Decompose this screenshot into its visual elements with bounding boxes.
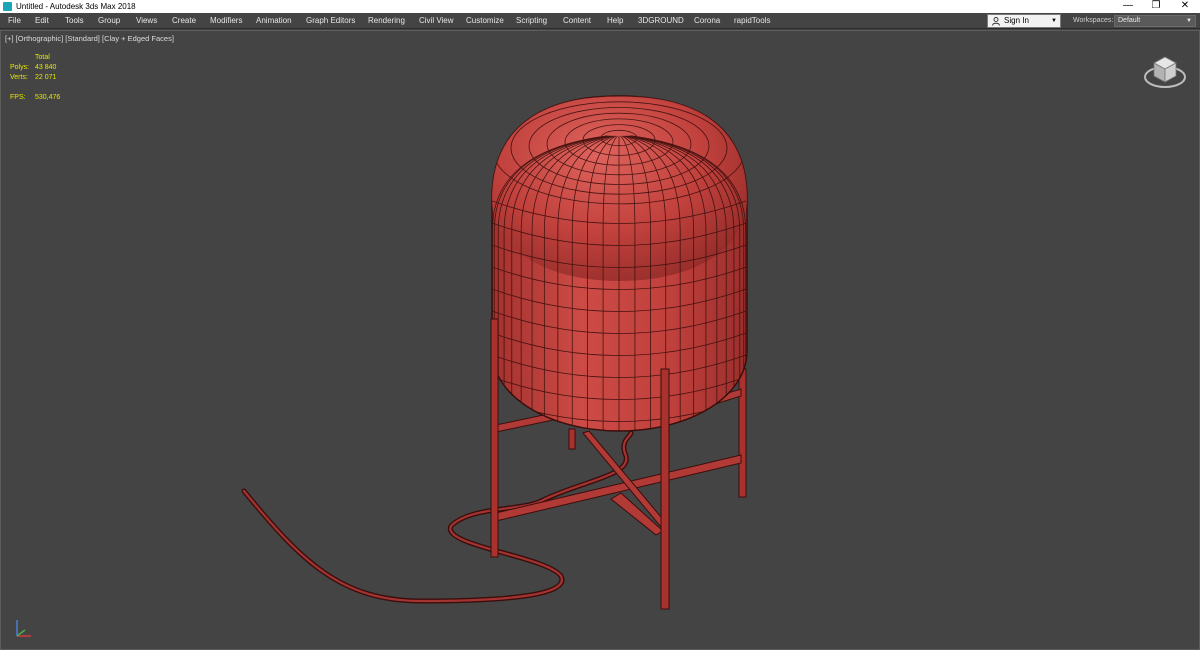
menu-tools[interactable]: Tools — [65, 13, 84, 29]
title-bar: Untitled - Autodesk 3ds Max 2018 — ❐ ✕ — [0, 0, 1200, 13]
tank-body — [491, 95, 748, 432]
menu-civil-view[interactable]: Civil View — [419, 13, 454, 29]
menu-create[interactable]: Create — [172, 13, 196, 29]
restore-button[interactable]: ❐ — [1143, 0, 1169, 13]
menu-file[interactable]: File — [8, 13, 21, 29]
menu-graph-editors[interactable]: Graph Editors — [306, 13, 355, 29]
stats-header: Total — [35, 54, 50, 61]
menu-corona[interactable]: Corona — [694, 13, 720, 29]
close-button[interactable]: ✕ — [1172, 0, 1198, 13]
axis-tripod-icon — [16, 620, 31, 637]
chevron-down-icon: ▼ — [1186, 18, 1192, 24]
window-title: Untitled - Autodesk 3ds Max 2018 — [16, 2, 136, 11]
menu-views[interactable]: Views — [136, 13, 157, 29]
viewport-menu-shading[interactable]: [Clay + Edged Faces] — [102, 34, 174, 43]
menu-content[interactable]: Content — [563, 13, 591, 29]
menu-modifiers[interactable]: Modifiers — [210, 13, 242, 29]
workspaces-select[interactable]: Default ▼ — [1114, 15, 1196, 27]
minimize-button[interactable]: — — [1115, 0, 1141, 13]
viewport-statistics: Total Polys: 43 840 Verts: 22 071 FPS: 5… — [10, 53, 80, 103]
menu-animation[interactable]: Animation — [256, 13, 292, 29]
viewport-label: [+] [Orthographic] [Standard] [Clay + Ed… — [5, 34, 174, 43]
chevron-down-icon: ▼ — [1051, 18, 1057, 24]
hose — [241, 430, 634, 604]
workspaces-value: Default — [1118, 17, 1141, 24]
user-icon — [992, 17, 1000, 26]
viewport-menu-plus[interactable]: [+] — [5, 34, 14, 43]
support-leg-small — [568, 428, 576, 450]
viewcube-icon[interactable] — [1143, 51, 1189, 93]
workspaces-label: Workspaces: — [1073, 17, 1114, 24]
fps-value: 530,476 — [35, 94, 61, 101]
polys-value: 43 840 — [35, 64, 57, 71]
fps-label: FPS: — [10, 94, 26, 101]
menu-rendering[interactable]: Rendering — [368, 13, 405, 29]
support-leg-left — [490, 318, 499, 558]
menu-scripting[interactable]: Scripting — [516, 13, 547, 29]
viewport-menu-view[interactable]: [Orthographic] — [16, 34, 64, 43]
perspective-viewport[interactable]: [+] [Orthographic] [Standard] [Clay + Ed… — [0, 30, 1200, 650]
app-icon — [3, 2, 12, 11]
menu-rapidtools[interactable]: rapidTools — [734, 13, 770, 29]
support-leg-back — [738, 368, 747, 498]
sign-in-label: Sign In — [1004, 16, 1029, 25]
scene-canvas[interactable] — [1, 31, 1199, 649]
menu-customize[interactable]: Customize — [466, 13, 504, 29]
verts-label: Verts: — [10, 74, 28, 81]
verts-value: 22 071 — [35, 74, 57, 81]
menu-group[interactable]: Group — [98, 13, 120, 29]
menu-3dground[interactable]: 3DGROUND — [638, 13, 684, 29]
polys-label: Polys: — [10, 64, 30, 71]
sign-in-dropdown[interactable]: Sign In ▼ — [987, 14, 1061, 28]
menu-help[interactable]: Help — [607, 13, 623, 29]
menu-edit[interactable]: Edit — [35, 13, 49, 29]
support-leg-front — [660, 368, 670, 610]
viewport-menu-standard[interactable]: [Standard] — [65, 34, 100, 43]
